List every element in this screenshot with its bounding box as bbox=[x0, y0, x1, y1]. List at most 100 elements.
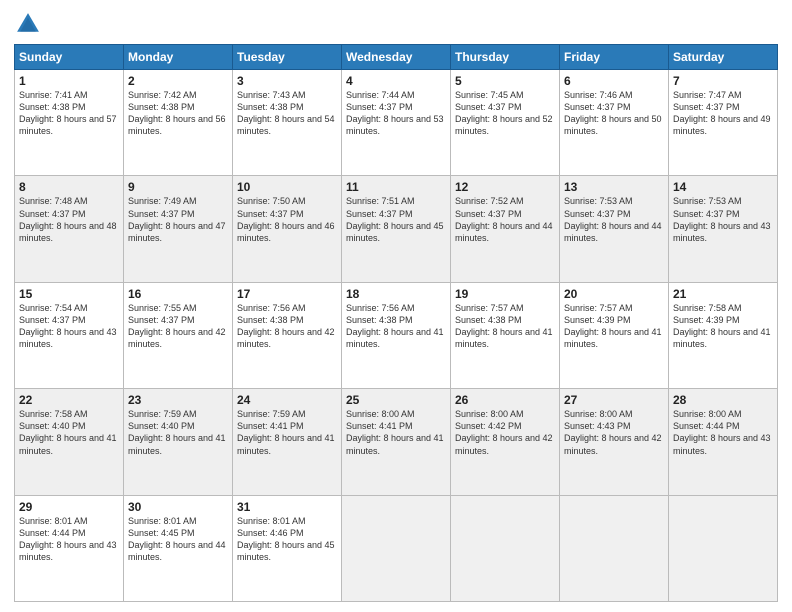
day-info: Sunrise: 8:00 AMSunset: 4:44 PMDaylight:… bbox=[673, 408, 773, 457]
day-number: 8 bbox=[19, 180, 119, 194]
day-cell-6: 6Sunrise: 7:46 AMSunset: 4:37 PMDaylight… bbox=[560, 70, 669, 176]
weekday-saturday: Saturday bbox=[669, 45, 778, 70]
day-number: 18 bbox=[346, 287, 446, 301]
day-number: 21 bbox=[673, 287, 773, 301]
header bbox=[14, 10, 778, 38]
day-number: 2 bbox=[128, 74, 228, 88]
day-number: 29 bbox=[19, 500, 119, 514]
empty-cell bbox=[451, 495, 560, 601]
day-cell-31: 31Sunrise: 8:01 AMSunset: 4:46 PMDayligh… bbox=[233, 495, 342, 601]
day-info: Sunrise: 7:56 AMSunset: 4:38 PMDaylight:… bbox=[346, 302, 446, 351]
week-row-1: 1Sunrise: 7:41 AMSunset: 4:38 PMDaylight… bbox=[15, 70, 778, 176]
day-cell-11: 11Sunrise: 7:51 AMSunset: 4:37 PMDayligh… bbox=[342, 176, 451, 282]
day-cell-25: 25Sunrise: 8:00 AMSunset: 4:41 PMDayligh… bbox=[342, 389, 451, 495]
day-info: Sunrise: 7:48 AMSunset: 4:37 PMDaylight:… bbox=[19, 195, 119, 244]
day-cell-13: 13Sunrise: 7:53 AMSunset: 4:37 PMDayligh… bbox=[560, 176, 669, 282]
day-info: Sunrise: 8:00 AMSunset: 4:41 PMDaylight:… bbox=[346, 408, 446, 457]
day-number: 23 bbox=[128, 393, 228, 407]
day-info: Sunrise: 7:56 AMSunset: 4:38 PMDaylight:… bbox=[237, 302, 337, 351]
day-number: 7 bbox=[673, 74, 773, 88]
day-info: Sunrise: 7:46 AMSunset: 4:37 PMDaylight:… bbox=[564, 89, 664, 138]
day-info: Sunrise: 7:50 AMSunset: 4:37 PMDaylight:… bbox=[237, 195, 337, 244]
day-number: 26 bbox=[455, 393, 555, 407]
day-cell-29: 29Sunrise: 8:01 AMSunset: 4:44 PMDayligh… bbox=[15, 495, 124, 601]
day-info: Sunrise: 7:59 AMSunset: 4:40 PMDaylight:… bbox=[128, 408, 228, 457]
day-number: 3 bbox=[237, 74, 337, 88]
day-info: Sunrise: 8:00 AMSunset: 4:43 PMDaylight:… bbox=[564, 408, 664, 457]
day-cell-3: 3Sunrise: 7:43 AMSunset: 4:38 PMDaylight… bbox=[233, 70, 342, 176]
day-info: Sunrise: 7:47 AMSunset: 4:37 PMDaylight:… bbox=[673, 89, 773, 138]
day-cell-28: 28Sunrise: 8:00 AMSunset: 4:44 PMDayligh… bbox=[669, 389, 778, 495]
day-info: Sunrise: 7:57 AMSunset: 4:39 PMDaylight:… bbox=[564, 302, 664, 351]
weekday-friday: Friday bbox=[560, 45, 669, 70]
day-cell-16: 16Sunrise: 7:55 AMSunset: 4:37 PMDayligh… bbox=[124, 282, 233, 388]
day-number: 15 bbox=[19, 287, 119, 301]
day-cell-30: 30Sunrise: 8:01 AMSunset: 4:45 PMDayligh… bbox=[124, 495, 233, 601]
day-number: 31 bbox=[237, 500, 337, 514]
day-info: Sunrise: 7:51 AMSunset: 4:37 PMDaylight:… bbox=[346, 195, 446, 244]
day-cell-5: 5Sunrise: 7:45 AMSunset: 4:37 PMDaylight… bbox=[451, 70, 560, 176]
weekday-wednesday: Wednesday bbox=[342, 45, 451, 70]
day-cell-23: 23Sunrise: 7:59 AMSunset: 4:40 PMDayligh… bbox=[124, 389, 233, 495]
day-info: Sunrise: 7:54 AMSunset: 4:37 PMDaylight:… bbox=[19, 302, 119, 351]
day-info: Sunrise: 7:53 AMSunset: 4:37 PMDaylight:… bbox=[673, 195, 773, 244]
day-info: Sunrise: 7:42 AMSunset: 4:38 PMDaylight:… bbox=[128, 89, 228, 138]
day-number: 30 bbox=[128, 500, 228, 514]
day-cell-2: 2Sunrise: 7:42 AMSunset: 4:38 PMDaylight… bbox=[124, 70, 233, 176]
weekday-tuesday: Tuesday bbox=[233, 45, 342, 70]
day-info: Sunrise: 7:49 AMSunset: 4:37 PMDaylight:… bbox=[128, 195, 228, 244]
logo-icon bbox=[14, 10, 42, 38]
weekday-thursday: Thursday bbox=[451, 45, 560, 70]
day-number: 25 bbox=[346, 393, 446, 407]
day-info: Sunrise: 8:01 AMSunset: 4:44 PMDaylight:… bbox=[19, 515, 119, 564]
day-info: Sunrise: 7:45 AMSunset: 4:37 PMDaylight:… bbox=[455, 89, 555, 138]
day-cell-8: 8Sunrise: 7:48 AMSunset: 4:37 PMDaylight… bbox=[15, 176, 124, 282]
day-info: Sunrise: 7:43 AMSunset: 4:38 PMDaylight:… bbox=[237, 89, 337, 138]
day-number: 19 bbox=[455, 287, 555, 301]
day-number: 17 bbox=[237, 287, 337, 301]
day-cell-20: 20Sunrise: 7:57 AMSunset: 4:39 PMDayligh… bbox=[560, 282, 669, 388]
day-number: 5 bbox=[455, 74, 555, 88]
day-info: Sunrise: 7:57 AMSunset: 4:38 PMDaylight:… bbox=[455, 302, 555, 351]
logo bbox=[14, 10, 46, 38]
page: SundayMondayTuesdayWednesdayThursdayFrid… bbox=[0, 0, 792, 612]
day-info: Sunrise: 7:52 AMSunset: 4:37 PMDaylight:… bbox=[455, 195, 555, 244]
day-cell-18: 18Sunrise: 7:56 AMSunset: 4:38 PMDayligh… bbox=[342, 282, 451, 388]
day-cell-26: 26Sunrise: 8:00 AMSunset: 4:42 PMDayligh… bbox=[451, 389, 560, 495]
empty-cell bbox=[342, 495, 451, 601]
calendar-table: SundayMondayTuesdayWednesdayThursdayFrid… bbox=[14, 44, 778, 602]
day-info: Sunrise: 7:58 AMSunset: 4:40 PMDaylight:… bbox=[19, 408, 119, 457]
day-number: 28 bbox=[673, 393, 773, 407]
day-cell-15: 15Sunrise: 7:54 AMSunset: 4:37 PMDayligh… bbox=[15, 282, 124, 388]
day-cell-21: 21Sunrise: 7:58 AMSunset: 4:39 PMDayligh… bbox=[669, 282, 778, 388]
weekday-sunday: Sunday bbox=[15, 45, 124, 70]
day-number: 22 bbox=[19, 393, 119, 407]
week-row-5: 29Sunrise: 8:01 AMSunset: 4:44 PMDayligh… bbox=[15, 495, 778, 601]
week-row-4: 22Sunrise: 7:58 AMSunset: 4:40 PMDayligh… bbox=[15, 389, 778, 495]
weekday-header-row: SundayMondayTuesdayWednesdayThursdayFrid… bbox=[15, 45, 778, 70]
day-number: 10 bbox=[237, 180, 337, 194]
day-cell-14: 14Sunrise: 7:53 AMSunset: 4:37 PMDayligh… bbox=[669, 176, 778, 282]
day-cell-24: 24Sunrise: 7:59 AMSunset: 4:41 PMDayligh… bbox=[233, 389, 342, 495]
day-number: 12 bbox=[455, 180, 555, 194]
day-info: Sunrise: 8:01 AMSunset: 4:46 PMDaylight:… bbox=[237, 515, 337, 564]
day-number: 6 bbox=[564, 74, 664, 88]
week-row-3: 15Sunrise: 7:54 AMSunset: 4:37 PMDayligh… bbox=[15, 282, 778, 388]
day-number: 20 bbox=[564, 287, 664, 301]
day-info: Sunrise: 8:00 AMSunset: 4:42 PMDaylight:… bbox=[455, 408, 555, 457]
day-cell-22: 22Sunrise: 7:58 AMSunset: 4:40 PMDayligh… bbox=[15, 389, 124, 495]
day-info: Sunrise: 8:01 AMSunset: 4:45 PMDaylight:… bbox=[128, 515, 228, 564]
day-cell-12: 12Sunrise: 7:52 AMSunset: 4:37 PMDayligh… bbox=[451, 176, 560, 282]
day-info: Sunrise: 7:59 AMSunset: 4:41 PMDaylight:… bbox=[237, 408, 337, 457]
day-cell-10: 10Sunrise: 7:50 AMSunset: 4:37 PMDayligh… bbox=[233, 176, 342, 282]
day-number: 14 bbox=[673, 180, 773, 194]
day-number: 11 bbox=[346, 180, 446, 194]
day-cell-9: 9Sunrise: 7:49 AMSunset: 4:37 PMDaylight… bbox=[124, 176, 233, 282]
day-cell-17: 17Sunrise: 7:56 AMSunset: 4:38 PMDayligh… bbox=[233, 282, 342, 388]
day-cell-27: 27Sunrise: 8:00 AMSunset: 4:43 PMDayligh… bbox=[560, 389, 669, 495]
day-number: 1 bbox=[19, 74, 119, 88]
day-number: 27 bbox=[564, 393, 664, 407]
day-number: 24 bbox=[237, 393, 337, 407]
day-info: Sunrise: 7:41 AMSunset: 4:38 PMDaylight:… bbox=[19, 89, 119, 138]
empty-cell bbox=[560, 495, 669, 601]
